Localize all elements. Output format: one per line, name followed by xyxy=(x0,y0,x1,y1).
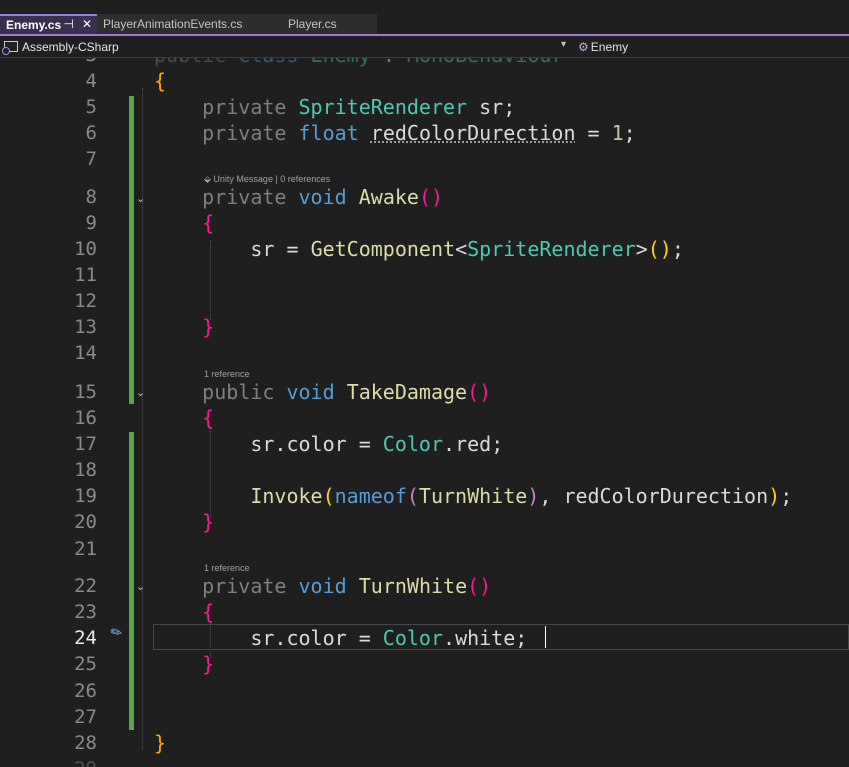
line-text: public void TakeDamage() xyxy=(202,380,492,404)
line-text: { xyxy=(154,69,167,93)
code-line: 20 } xyxy=(0,509,849,535)
code-line: 19 Invoke(nameof(TurnWhite), redColorDur… xyxy=(0,483,849,509)
line-text: private SpriteRenderer sr; xyxy=(202,95,516,119)
code-line: 25 } xyxy=(0,651,849,677)
line-number: 19 xyxy=(74,485,97,507)
code-line: 14 xyxy=(0,340,849,366)
line-number: 24 xyxy=(74,627,97,649)
line-text: public class Enemy : MonoBehaviour xyxy=(154,58,563,68)
code-line: 18 xyxy=(0,457,849,483)
code-line: 26 xyxy=(0,678,849,704)
code-line: 4 { xyxy=(0,68,849,94)
code-line: 29 xyxy=(0,756,849,767)
line-number: 5 xyxy=(85,96,97,118)
line-number: 15 xyxy=(74,381,97,403)
line-number: 10 xyxy=(74,238,97,260)
member-dropdown[interactable]: ⚙ Enemy xyxy=(578,36,628,57)
navigation-bar: Assembly-CSharp ▾ ⚙ Enemy xyxy=(0,36,849,58)
line-text: sr.color = Color.red; xyxy=(250,432,504,456)
line-number: 14 xyxy=(74,342,97,364)
project-icon xyxy=(2,41,18,55)
code-line-current: 24 sr.color = Color.white; xyxy=(0,625,849,651)
tab-label: PlayerAnimationEvents.cs xyxy=(103,17,243,31)
pin-icon[interactable]: ⊣ xyxy=(63,17,73,31)
tab-playeranimationevents-cs[interactable]: PlayerAnimationEvents.cs xyxy=(97,14,282,34)
line-text: Invoke(nameof(TurnWhite), redColorDurect… xyxy=(250,484,793,508)
line-number: 23 xyxy=(74,601,97,623)
line-number: 8 xyxy=(85,186,97,208)
line-number: 17 xyxy=(74,433,97,455)
code-line: 22 private void TurnWhite() xyxy=(0,573,849,599)
line-text: { xyxy=(202,211,215,235)
line-text: { xyxy=(202,600,215,624)
line-number: 26 xyxy=(74,680,97,702)
close-icon[interactable]: ✕ xyxy=(82,17,92,31)
line-number: 13 xyxy=(74,316,97,338)
code-line: 11 xyxy=(0,262,849,288)
line-number: 27 xyxy=(74,706,97,728)
line-text: private float redColorDurection = 1; xyxy=(202,121,636,145)
code-line: 21 xyxy=(0,536,849,562)
line-number: 18 xyxy=(74,459,97,481)
line-number: 28 xyxy=(74,732,97,754)
line-number: 3 xyxy=(0,58,97,68)
line-number: 12 xyxy=(74,290,97,312)
tab-label: Player.cs xyxy=(288,17,337,31)
line-number: 16 xyxy=(74,407,97,429)
line-number: 25 xyxy=(74,653,97,675)
code-line: 9 { xyxy=(0,210,849,236)
line-text: } xyxy=(202,652,215,676)
line-number: 7 xyxy=(85,148,97,170)
code-line: 13 } xyxy=(0,314,849,340)
code-line: 15 public void TakeDamage() xyxy=(0,379,849,405)
line-number: 4 xyxy=(85,70,97,92)
project-dropdown[interactable]: Assembly-CSharp xyxy=(0,36,572,57)
line-text: sr.color = Color.white; xyxy=(250,626,528,650)
line-text: private void TurnWhite() xyxy=(202,574,492,598)
tab-player-cs[interactable]: Player.cs xyxy=(282,14,377,34)
code-line: 10 sr = GetComponent<SpriteRenderer>(); xyxy=(0,236,849,262)
code-line: 27 xyxy=(0,704,849,730)
line-text: private void Awake() xyxy=(202,185,444,209)
project-label: Assembly-CSharp xyxy=(22,39,119,54)
line-text: } xyxy=(202,510,215,534)
line-number: 21 xyxy=(74,538,97,560)
member-label: Enemy xyxy=(590,39,629,54)
line-number: 20 xyxy=(74,511,97,533)
tab-enemy-cs[interactable]: Enemy.cs ⊣ ✕ xyxy=(0,14,98,34)
code-line: 3 public class Enemy : MonoBehaviour xyxy=(0,58,849,68)
code-line: 17 sr.color = Color.red; xyxy=(0,431,849,457)
code-line: 5 private SpriteRenderer sr; xyxy=(0,94,849,120)
code-line: 6 private float redColorDurection = 1; xyxy=(0,120,849,146)
code-line: 8 private void Awake() xyxy=(0,184,849,210)
code-line: 7 xyxy=(0,146,849,172)
line-number: 6 xyxy=(85,122,97,144)
line-text: } xyxy=(154,731,167,755)
tab-strip: Enemy.cs ⊣ ✕ PlayerAnimationEvents.cs Pl… xyxy=(0,0,849,36)
code-editor[interactable]: ✎ ⌄ ⌄ ⌄ 3 public class Enemy : MonoBehav… xyxy=(0,58,849,767)
class-icon: ⚙ xyxy=(578,39,589,54)
line-number: 11 xyxy=(74,264,97,286)
line-number: 9 xyxy=(85,212,97,234)
code-line: 28 } xyxy=(0,730,849,756)
tab-label: Enemy.cs xyxy=(6,18,62,32)
chevron-down-icon[interactable]: ▾ xyxy=(561,39,566,50)
code-line: 16 { xyxy=(0,405,849,431)
line-text: sr = GetComponent<SpriteRenderer>(); xyxy=(250,237,684,261)
code-line: 23 { xyxy=(0,599,849,625)
code-line: 12 xyxy=(0,288,849,314)
line-text: { xyxy=(202,406,215,430)
line-number: 22 xyxy=(74,575,97,597)
line-text: } xyxy=(202,315,215,339)
line-number: 29 xyxy=(0,756,97,767)
